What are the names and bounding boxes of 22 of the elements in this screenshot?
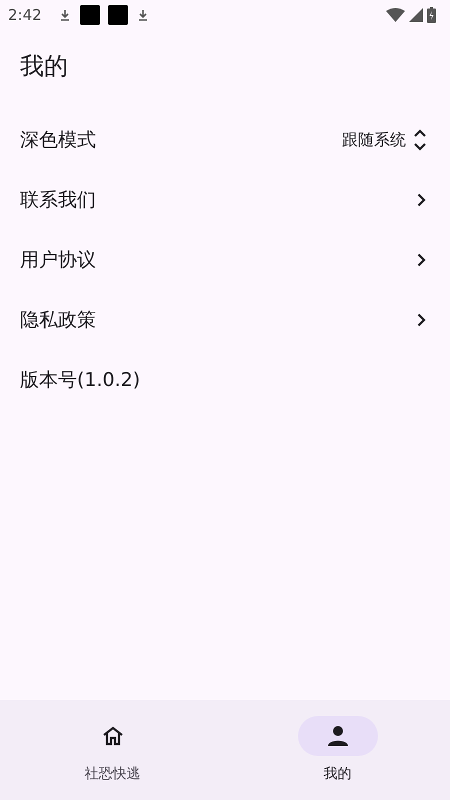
sort-icon: [414, 129, 426, 151]
chevron-right-icon: [417, 313, 426, 327]
home-icon: [102, 726, 124, 746]
battery-icon: [427, 7, 436, 23]
version-label: 版本号(1.0.2): [20, 368, 140, 393]
setting-label[interactable]: 深色模式: [20, 126, 96, 154]
chevron-right-icon: [417, 193, 426, 207]
nav-label: 社恐快逃: [84, 765, 140, 784]
clock-time: 2:42: [8, 4, 42, 26]
nav-tab[interactable]: [298, 716, 378, 756]
wifi-icon: [386, 8, 405, 22]
signal-icon: [409, 8, 423, 22]
notification-icon: [108, 5, 128, 25]
person-icon: [326, 725, 348, 747]
setting-label[interactable]: 隐私政策: [20, 306, 96, 334]
chevron-right-icon: [417, 253, 426, 267]
setting-label[interactable]: 用户协议: [20, 246, 96, 274]
setting-label[interactable]: 联系我们: [20, 186, 96, 214]
dropdown-value[interactable]: 跟随系统: [342, 128, 406, 152]
nav-label: 我的: [324, 765, 352, 784]
page-title: 我的: [19, 51, 69, 82]
notification-icon: [80, 5, 100, 25]
